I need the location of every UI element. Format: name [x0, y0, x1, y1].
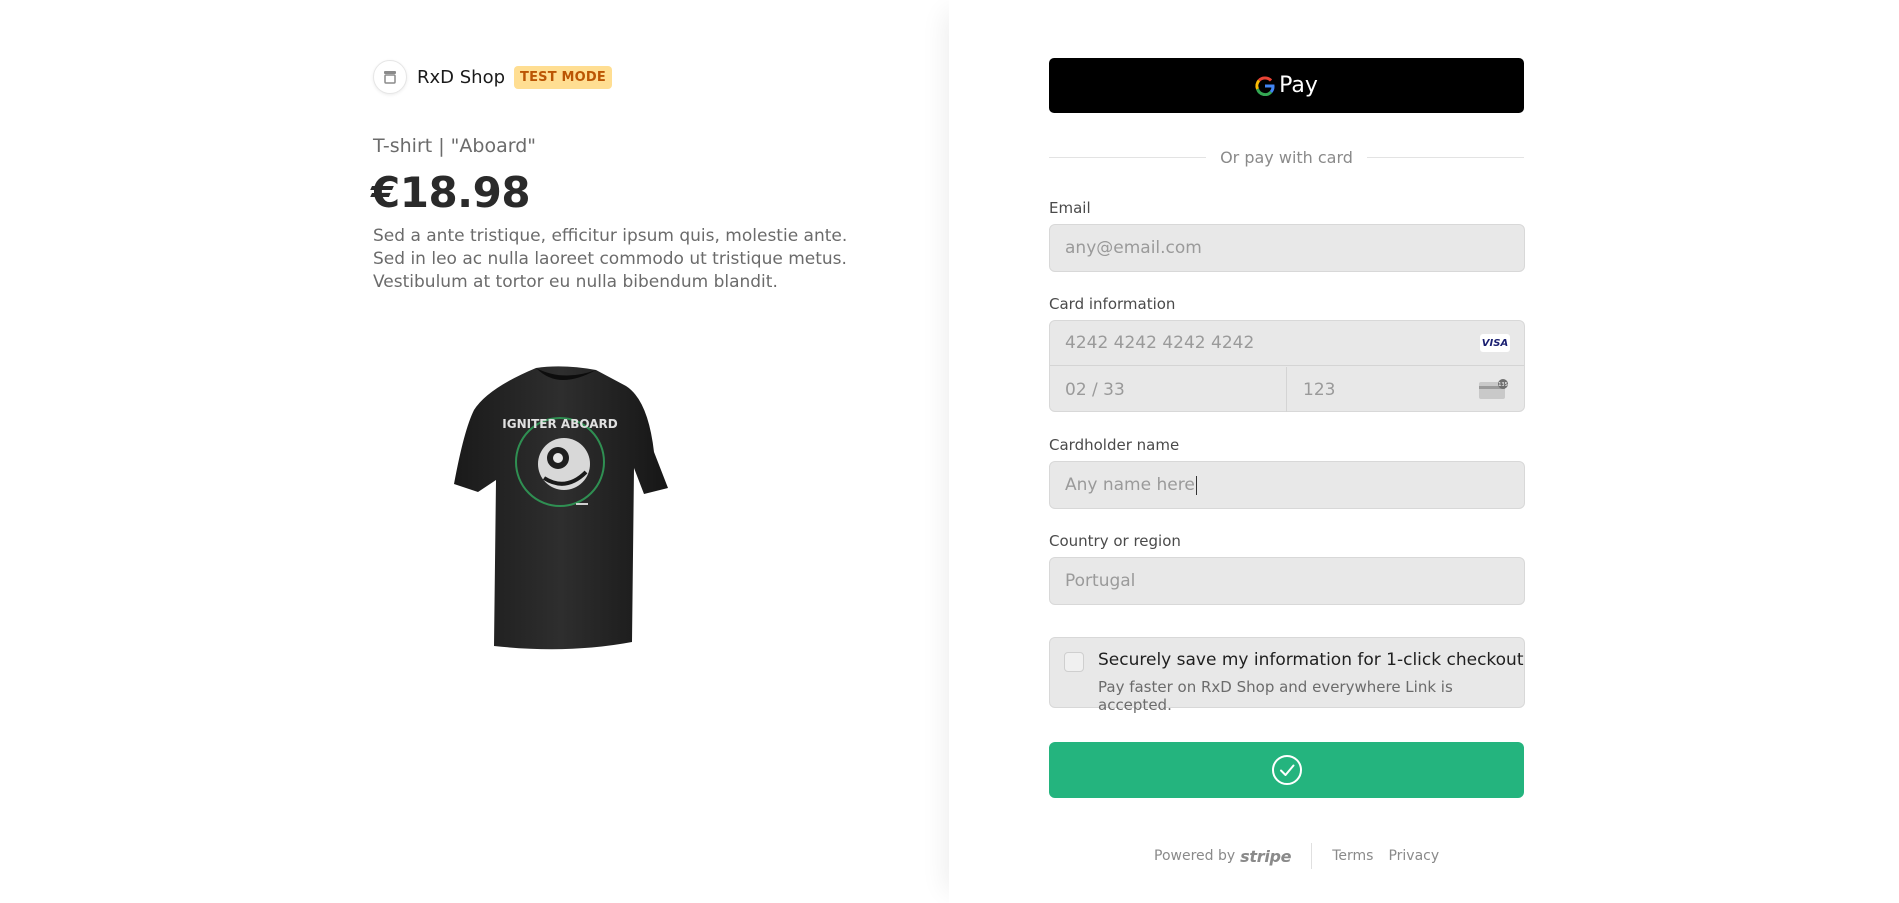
terms-link[interactable]: Terms: [1332, 848, 1373, 864]
divider-line-right: [1366, 157, 1525, 158]
tshirt-image: IGNITER ABOARD: [448, 360, 678, 660]
product-price: €18.98: [371, 168, 531, 217]
cardholder-name-field[interactable]: Any name here: [1049, 461, 1525, 509]
card-expiry-placeholder: 02 / 33: [1065, 379, 1125, 400]
save-info-title: Securely save my information for 1-click…: [1098, 650, 1524, 670]
country-select[interactable]: Portugal: [1049, 557, 1525, 605]
powered-by-text: Powered by: [1154, 848, 1236, 864]
cvc-icon-text: 135: [1498, 382, 1508, 388]
shop-name[interactable]: RxD Shop: [417, 67, 505, 88]
product-name: T-shirt | "Aboard": [373, 135, 537, 157]
cardholder-name-label: Cardholder name: [1049, 436, 1180, 454]
product-description: Sed a ante tristique, efficitur ipsum qu…: [373, 226, 848, 292]
save-info-checkbox[interactable]: [1064, 652, 1084, 672]
stripe-logo[interactable]: stripe: [1240, 847, 1291, 866]
save-info-subtitle: Pay faster on RxD Shop and everywhere Li…: [1098, 678, 1453, 714]
or-pay-with-card-divider: Or pay with card: [1049, 148, 1525, 167]
country-region-label: Country or region: [1049, 532, 1181, 550]
pay-button[interactable]: [1049, 742, 1524, 798]
link-save-info-box[interactable]: Securely save my information for 1-click…: [1049, 637, 1525, 714]
card-expiry-field[interactable]: 02 / 33: [1050, 367, 1287, 412]
card-information-group: 4242 4242 4242 4242 VISA 02 / 33 123 135: [1049, 320, 1525, 412]
footer: Powered by stripe Terms Privacy: [1154, 843, 1454, 869]
visa-icon: VISA: [1480, 334, 1510, 352]
card-cvc-field[interactable]: 123 135: [1288, 367, 1524, 412]
cardholder-name-placeholder: Any name here: [1065, 475, 1195, 495]
shop-header: RxD Shop TEST MODE: [373, 60, 612, 94]
card-number-placeholder: 4242 4242 4242 4242: [1065, 333, 1255, 353]
store-icon: [384, 71, 396, 84]
card-cvc-placeholder: 123: [1303, 379, 1336, 400]
divider-text: Or pay with card: [1220, 148, 1353, 167]
footer-separator: [1311, 843, 1313, 869]
google-pay-label: Pay: [1279, 73, 1318, 98]
shop-logo[interactable]: [373, 60, 407, 94]
shirt-print-text: IGNITER ABOARD: [502, 417, 617, 431]
email-label: Email: [1049, 199, 1091, 217]
privacy-link[interactable]: Privacy: [1388, 848, 1439, 864]
card-number-field[interactable]: 4242 4242 4242 4242 VISA: [1050, 321, 1524, 366]
product-summary-pane: RxD Shop TEST MODE T-shirt | "Aboard" €1…: [0, 0, 949, 903]
test-mode-badge: TEST MODE: [514, 65, 612, 89]
google-g-icon: [1255, 76, 1275, 96]
divider-line-left: [1049, 157, 1207, 158]
cvc-card-icon: 135: [1479, 379, 1508, 399]
email-placeholder: any@email.com: [1065, 238, 1202, 258]
card-information-label: Card information: [1049, 295, 1176, 313]
text-cursor: [1195, 475, 1197, 495]
country-value: Portugal: [1065, 571, 1136, 591]
email-field[interactable]: any@email.com: [1049, 224, 1525, 272]
checkmark-circle-icon: [1271, 755, 1302, 785]
google-pay-button[interactable]: Pay: [1049, 58, 1524, 113]
